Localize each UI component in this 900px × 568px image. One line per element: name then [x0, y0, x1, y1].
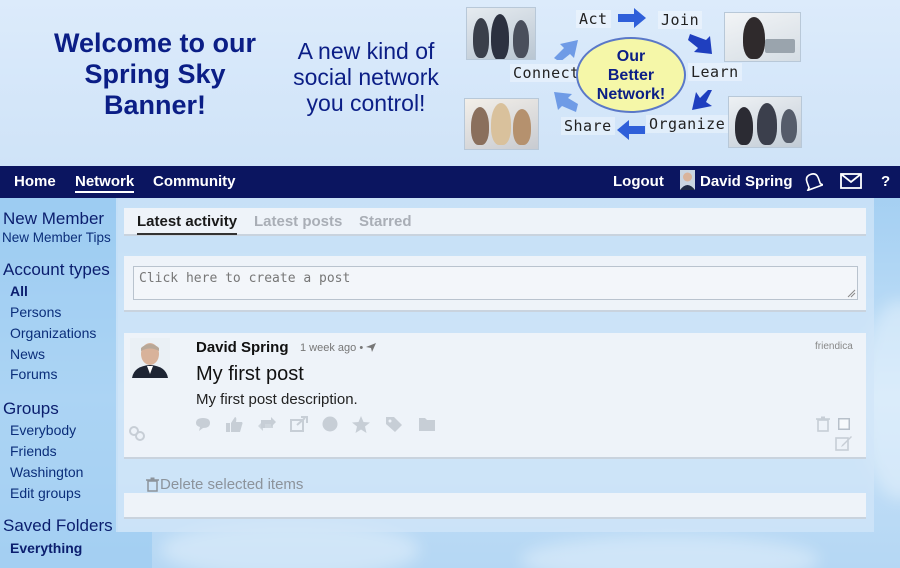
saved-folders-heading: Saved Folders — [3, 516, 113, 535]
diagram-word-learn: Learn — [688, 63, 742, 81]
folder-icon[interactable] — [418, 416, 436, 432]
new-member-heading: New Member — [3, 209, 105, 228]
center-line-3: Network! — [596, 85, 666, 103]
account-type-all[interactable]: All — [10, 283, 28, 299]
groups-heading: Groups — [3, 399, 59, 418]
site-banner: Welcome to our Spring Sky Banner! A new … — [0, 0, 900, 166]
tab-latest-activity[interactable]: Latest activity — [137, 213, 238, 235]
help-icon[interactable]: ? — [881, 173, 890, 190]
post-network-label: friendica — [815, 341, 853, 352]
share-icon[interactable] — [290, 416, 308, 432]
nav-network-link[interactable]: Network — [75, 173, 135, 193]
center-line-1: Our — [616, 47, 646, 65]
trash-icon[interactable] — [816, 416, 830, 432]
banner-title: Welcome to our Spring Sky Banner! — [53, 28, 257, 120]
group-friends[interactable]: Friends — [10, 443, 57, 459]
reshare-icon[interactable] — [257, 416, 277, 432]
cloud-decoration — [520, 535, 820, 568]
select-checkbox[interactable] — [838, 418, 850, 430]
account-type-persons[interactable]: Persons — [10, 304, 61, 320]
pagination-strip — [124, 493, 866, 519]
post-author-link[interactable]: David Spring — [196, 339, 289, 356]
post-meta: 1 week ago • — [300, 342, 377, 354]
arrow-right-icon — [618, 8, 646, 28]
attend-circle-icon[interactable] — [322, 416, 338, 432]
diagram-word-connect: Connect — [510, 64, 583, 82]
nav-home-link[interactable]: Home — [14, 173, 56, 190]
user-avatar-icon[interactable] — [680, 170, 695, 195]
arrow-left-icon — [617, 120, 645, 140]
arrow-up-right-icon — [554, 40, 578, 60]
thumbs-up-icon[interactable] — [225, 416, 243, 432]
delete-selected-label: Delete selected items — [160, 476, 304, 493]
nav-logout-link[interactable]: Logout — [613, 173, 664, 190]
create-post-input[interactable]: Click here to create a post — [133, 266, 858, 300]
business-meeting-photo — [728, 96, 802, 148]
arrow-down-right-icon — [688, 34, 712, 54]
account-type-forums[interactable]: Forums — [10, 366, 57, 382]
post-timestamp[interactable]: 1 week ago — [300, 342, 356, 354]
group-washington[interactable]: Washington — [10, 464, 83, 480]
new-member-tips-link[interactable]: New Member Tips — [2, 230, 111, 245]
tags-icon[interactable] — [385, 416, 405, 432]
envelope-icon[interactable] — [840, 172, 862, 195]
woman-laptop-photo — [724, 12, 801, 62]
diagram-word-act: Act — [576, 10, 611, 28]
star-icon[interactable] — [352, 416, 370, 433]
top-navbar: Home Network Community Logout David Spri… — [0, 166, 900, 198]
resize-grip-icon[interactable] — [846, 288, 856, 298]
center-line-2: Better — [607, 66, 655, 84]
account-type-news[interactable]: News — [10, 346, 45, 362]
banner-tagline: A new kind of social network you control… — [293, 38, 439, 116]
tab-latest-posts[interactable]: Latest posts — [254, 213, 342, 230]
folder-everything[interactable]: Everything — [10, 540, 82, 556]
group-photo-topleft — [466, 7, 536, 60]
nav-community-link[interactable]: Community — [153, 173, 236, 190]
post-title: My first post — [196, 363, 304, 385]
account-type-organizations[interactable]: Organizations — [10, 325, 96, 341]
bell-icon[interactable] — [803, 171, 826, 196]
public-plane-icon — [366, 343, 377, 352]
diagram-word-share: Share — [561, 117, 615, 135]
delete-selected-button[interactable]: Delete selected items — [146, 476, 303, 493]
left-sidebar — [0, 198, 118, 532]
network-cycle-center: Our Better Network! — [576, 37, 686, 113]
account-types-heading: Account types — [3, 260, 110, 279]
diagram-word-organize: Organize — [646, 115, 729, 133]
diagram-word-join: Join — [658, 11, 703, 29]
team-laptop-photo — [464, 98, 539, 150]
edit-icon[interactable] — [835, 435, 853, 451]
nav-user-name[interactable]: David Spring — [700, 173, 793, 190]
meta-separator: • — [359, 342, 364, 354]
link-icon[interactable] — [128, 424, 146, 442]
trash-icon — [146, 477, 159, 492]
author-avatar[interactable] — [130, 338, 170, 378]
post-body: My first post description. — [196, 391, 358, 408]
edit-groups-link[interactable]: Edit groups — [10, 485, 81, 501]
arrow-up-left-icon — [554, 92, 578, 112]
comment-icon[interactable] — [195, 416, 211, 432]
tab-starred[interactable]: Starred — [359, 213, 412, 230]
group-everybody[interactable]: Everybody — [10, 422, 76, 438]
arrow-down-left-icon — [692, 90, 712, 110]
